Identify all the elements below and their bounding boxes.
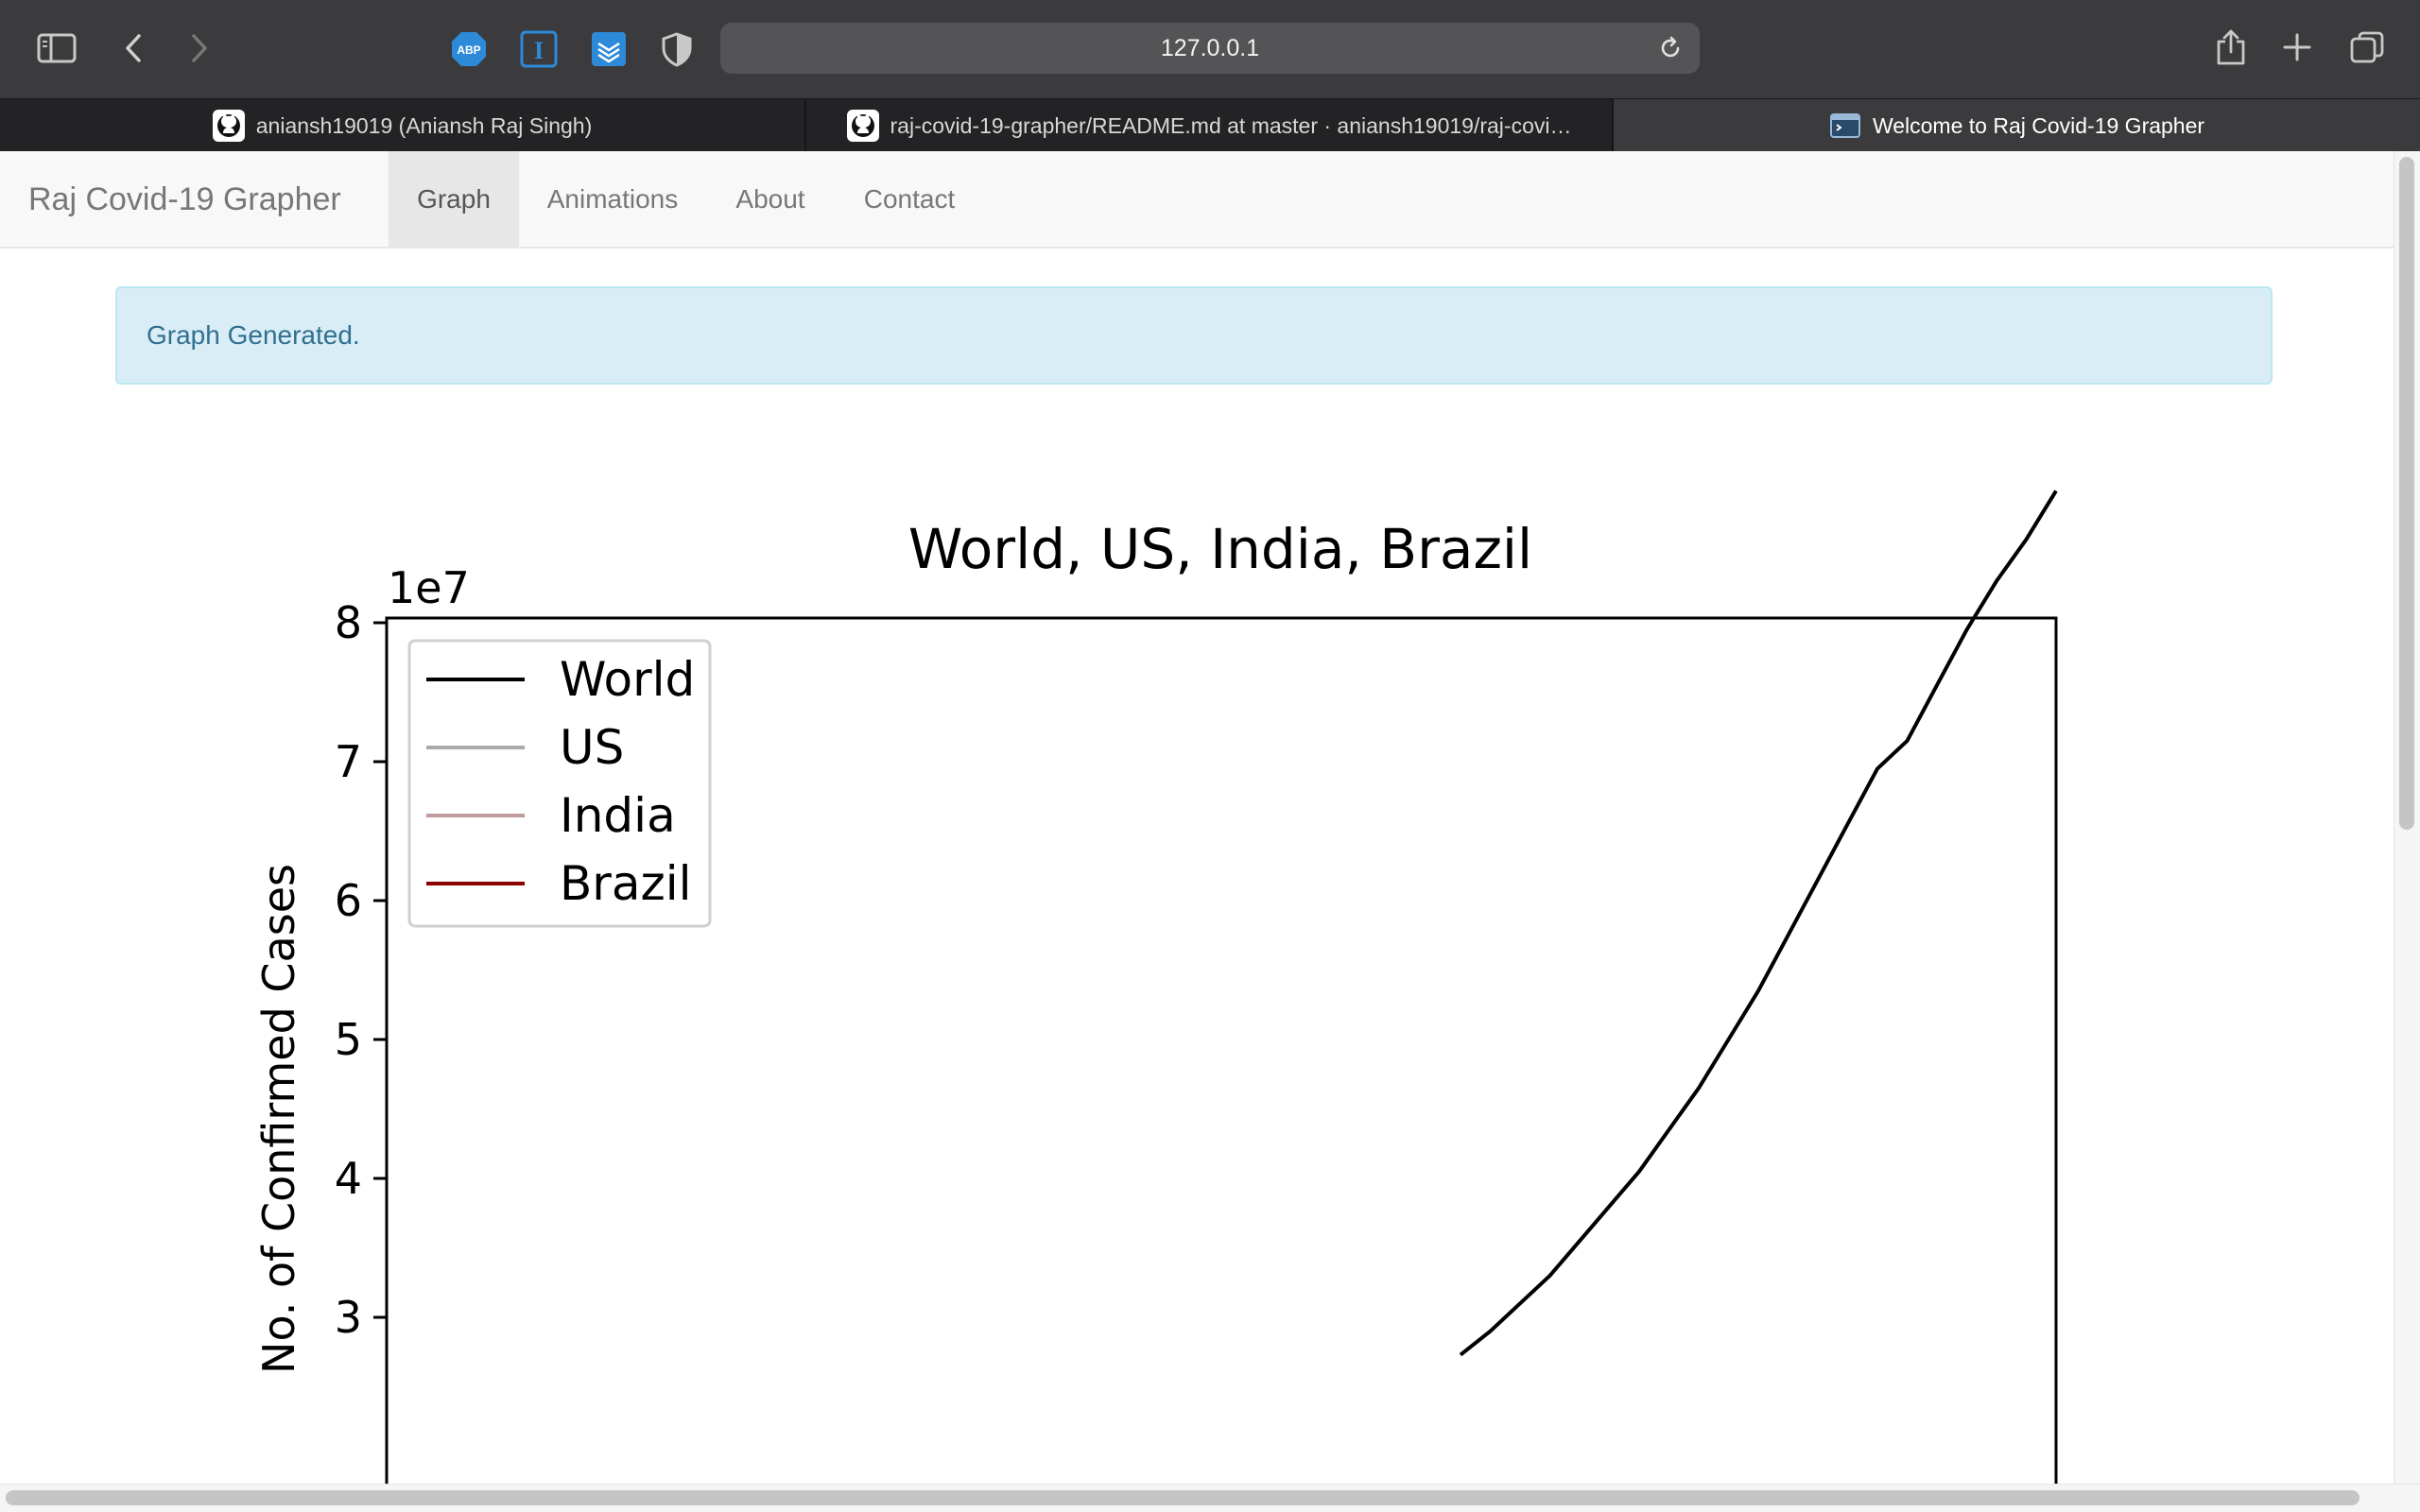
tab-strip: aniansh19019 (Aniansh Raj Singh) raj-cov… bbox=[0, 98, 2420, 152]
terminal-window-icon bbox=[1829, 113, 1860, 138]
forward-icon[interactable] bbox=[185, 30, 214, 66]
tab-title: aniansh19019 (Aniansh Raj Singh) bbox=[255, 112, 593, 138]
y-tick-label: 6 bbox=[335, 875, 362, 926]
browser-window: ABP I 127.0.0.1 aniansh19019 (Aniansh Ra… bbox=[0, 0, 2420, 1512]
github-icon bbox=[212, 110, 245, 142]
series-lines bbox=[1459, 490, 2058, 1357]
tab-title: Welcome to Raj Covid-19 Grapher bbox=[1872, 112, 2205, 138]
covid-chart: World, US, India, Brazil 1e7 No. of Conf… bbox=[253, 490, 2058, 1484]
chart-legend: World US India Brazil bbox=[407, 639, 712, 928]
stacks-icon[interactable] bbox=[588, 28, 630, 70]
y-axis-ticks: 3 4 5 6 7 8 bbox=[335, 597, 387, 1343]
y-tick-label: 4 bbox=[335, 1153, 362, 1204]
tab-github-profile[interactable]: aniansh19019 (Aniansh Raj Singh) bbox=[0, 99, 806, 152]
adblock-plus-icon[interactable]: ABP bbox=[448, 28, 490, 70]
back-icon[interactable] bbox=[119, 30, 147, 66]
legend-label-world: World bbox=[560, 652, 695, 707]
privacy-shield-icon[interactable] bbox=[658, 28, 696, 70]
browser-toolbar: ABP I 127.0.0.1 bbox=[0, 0, 2420, 98]
chart-title: World, US, India, Brazil bbox=[908, 517, 1532, 581]
y-axis-label: No. of Confirmed Cases bbox=[253, 864, 304, 1374]
y-tick-label: 7 bbox=[335, 736, 362, 787]
url-text: 127.0.0.1 bbox=[1160, 35, 1260, 61]
y-tick-label: 3 bbox=[335, 1292, 362, 1343]
share-icon[interactable] bbox=[2212, 26, 2250, 68]
legend-label-brazil: Brazil bbox=[560, 856, 692, 911]
tab-title: raj-covid-19-grapher/README.md at master… bbox=[890, 112, 1572, 138]
y-offset-label: 1e7 bbox=[388, 562, 470, 613]
reload-icon[interactable] bbox=[1658, 36, 1683, 65]
sidebar-toggle-icon[interactable] bbox=[36, 30, 78, 66]
y-tick-label: 8 bbox=[335, 597, 362, 648]
address-bar[interactable]: 127.0.0.1 bbox=[720, 23, 1700, 74]
svg-text:I: I bbox=[534, 37, 544, 64]
new-tab-icon[interactable] bbox=[2278, 28, 2316, 66]
tab-welcome[interactable]: Welcome to Raj Covid-19 Grapher bbox=[1614, 99, 2420, 152]
github-icon bbox=[846, 110, 879, 142]
horizontal-scroll-thumb[interactable] bbox=[6, 1490, 2360, 1505]
legend-label-us: US bbox=[560, 720, 624, 775]
web-content: Raj Covid-19 Grapher Graph Animations Ab… bbox=[0, 151, 2394, 1484]
vertical-scroll-thumb[interactable] bbox=[2399, 157, 2414, 830]
series-line-world bbox=[1459, 490, 2058, 1357]
legend-label-india: India bbox=[560, 788, 676, 843]
tab-github-readme[interactable]: raj-covid-19-grapher/README.md at master… bbox=[806, 99, 1614, 152]
instapaper-icon[interactable]: I bbox=[518, 28, 560, 70]
svg-text:ABP: ABP bbox=[457, 43, 480, 57]
tab-overview-icon[interactable] bbox=[2346, 28, 2388, 66]
y-tick-label: 5 bbox=[335, 1014, 362, 1065]
